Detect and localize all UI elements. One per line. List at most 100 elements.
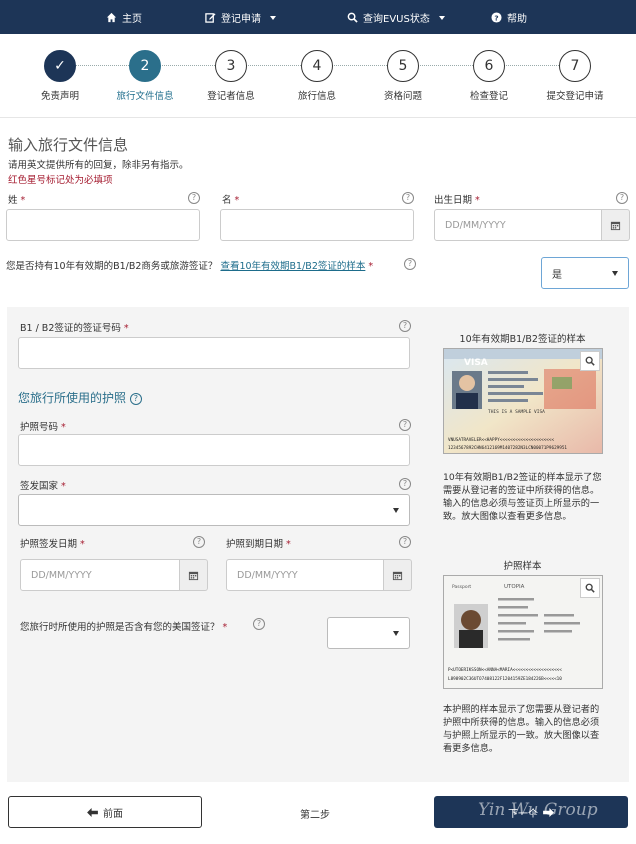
chevron-down-icon (438, 15, 445, 20)
nav-register-label: 登记申请 (221, 14, 261, 25)
passport-number-input[interactable] (18, 434, 410, 466)
dob-input[interactable]: DD/MM/YYYY (434, 209, 602, 241)
help-icon[interactable]: ? (188, 192, 200, 204)
step-1-label: 免责声明 (40, 91, 79, 102)
step-6-label: 检查登记 (469, 91, 508, 102)
step-5: 5 资格问题 (358, 50, 448, 102)
step-4-circle: 4 (301, 50, 333, 82)
progress-stepper: ✓ 免责声明 2 旅行文件信息 3 登记者信息 4 旅行信息 5 资格问题 6 … (0, 40, 636, 110)
chevron-down-icon (612, 270, 618, 276)
visa-sample-description: 10年有效期B1/B2签证的样本显示了您需要从登记者的签证中所获得的信息。输入的… (443, 472, 602, 522)
step-1: ✓ 免责声明 (15, 50, 105, 102)
nav-help[interactable]: ? 帮助 (491, 10, 527, 25)
issuing-country-select[interactable] (18, 494, 410, 526)
back-button[interactable]: 前面 (8, 796, 202, 828)
nav-home[interactable]: 主页 (106, 10, 142, 25)
zoom-icon[interactable] (580, 351, 600, 371)
help-icon[interactable]: ? (129, 392, 142, 405)
help-icon[interactable]: ? (616, 192, 628, 204)
dob-label: 出生日期 * (434, 195, 480, 206)
svg-text:?: ? (494, 13, 498, 22)
passport-mrz-line-2: L898902C36UTO7408122F1204159ZE184226B<<<… (448, 676, 562, 682)
nav-help-label: 帮助 (507, 14, 527, 25)
contains-visa-select[interactable] (327, 617, 410, 649)
step-5-circle: 5 (387, 50, 419, 82)
surname-input[interactable] (6, 209, 200, 241)
chevron-down-icon (393, 507, 399, 513)
divider (0, 117, 636, 118)
nav-status-dropdown[interactable]: 查询EVUS状态 (347, 10, 445, 25)
visa-question: 您是否持有10年有效期的B1/B2商务或旅游签证？ 查看10年有效期B1/B2签… (6, 261, 374, 272)
step-7-circle: 7 (559, 50, 591, 82)
help-icon[interactable]: ? (253, 618, 265, 630)
arrow-left-icon (87, 807, 98, 817)
edit-icon (205, 13, 216, 23)
expiry-date-label: 护照到期日期 * (226, 539, 291, 550)
help-icon[interactable]: ? (402, 192, 414, 204)
visa-sample-title: 10年有效期B1/B2签证的样本 (459, 334, 586, 345)
issuing-country-label: 签发国家 * (20, 481, 66, 492)
passport-section-title: 您旅行所使用的护照 ? (18, 389, 142, 406)
given-name-label: 名 * (222, 195, 240, 206)
step-7-label: 提交登记申请 (546, 91, 604, 102)
visa-sample-link[interactable]: 查看10年有效期B1/B2签证的样本 (220, 261, 365, 272)
passport-mrz-line-1: P<UTOERIKSSON<<ANNA<MARIA<<<<<<<<<<<<<<<… (448, 667, 562, 673)
step-2-label: 旅行文件信息 (116, 91, 174, 102)
watermark: Yin Wu Group (478, 800, 598, 820)
step-indicator: 第二步 (300, 810, 330, 821)
svg-text:Passport: Passport (452, 584, 471, 590)
chevron-down-icon (393, 630, 399, 636)
svg-text:THIS IS A SAMPLE VISA: THIS IS A SAMPLE VISA (488, 409, 545, 415)
contains-visa-question: 您旅行时所使用的护照是否含有您的美国签证？ * (20, 622, 228, 633)
question-circle-icon: ? (491, 12, 502, 23)
nav-status-label: 查询EVUS状态 (363, 14, 430, 25)
passport-country: UTOPIA (504, 584, 525, 590)
zoom-icon[interactable] (580, 578, 600, 598)
help-icon[interactable]: ? (399, 478, 411, 490)
step-2: 2 旅行文件信息 (100, 50, 190, 102)
passport-sample-title: 护照样本 (503, 561, 542, 572)
visa-mrz-line-2: 1234567892CHN6412169M1407282N3LCN00071P9… (448, 445, 567, 451)
step-3-label: 登记者信息 (207, 91, 255, 102)
help-icon[interactable]: ? (404, 258, 416, 270)
chevron-down-icon (270, 15, 276, 20)
nav-register-dropdown[interactable]: 登记申请 (205, 10, 276, 25)
help-icon[interactable]: ? (399, 419, 411, 431)
visa-sample-image[interactable]: VISA THIS IS A SAMPLE VISA VNUSATRAVELER… (443, 348, 603, 454)
calendar-icon[interactable] (602, 209, 630, 241)
home-icon (106, 12, 117, 23)
step-5-label: 资格问题 (383, 91, 422, 102)
step-4: 4 旅行信息 (272, 50, 362, 102)
step-4-label: 旅行信息 (297, 91, 336, 102)
surname-label: 姓 * (8, 195, 26, 206)
step-3: 3 登记者信息 (186, 50, 276, 102)
search-icon (347, 12, 358, 23)
help-icon[interactable]: ? (193, 536, 205, 548)
issue-date-label: 护照签发日期 * (20, 539, 85, 550)
passport-sample-image[interactable]: UTOPIA Passport P<UTOERIKSSON<<ANNA<MARI… (443, 575, 603, 689)
step-2-circle: 2 (129, 50, 161, 82)
expiry-date-input[interactable]: DD/MM/YYYY (226, 559, 384, 591)
calendar-icon[interactable] (384, 559, 412, 591)
passport-number-label: 护照号码 * (20, 422, 66, 433)
given-name-input[interactable] (220, 209, 414, 241)
visa-number-input[interactable] (18, 337, 410, 369)
help-icon[interactable]: ? (399, 320, 411, 332)
visa-number-label: B1 / B2签证的签证号码 * (20, 323, 129, 334)
visa-word: VISA (464, 358, 488, 368)
instruction-text: 请用英文提供所有的回复，除非另有指示。 (8, 160, 189, 171)
nav-home-label: 主页 (122, 14, 142, 25)
step-7: 7 提交登记申请 (530, 50, 620, 102)
visa-answer-select[interactable]: 是 (541, 257, 629, 289)
step-6-circle: 6 (473, 50, 505, 82)
step-3-circle: 3 (215, 50, 247, 82)
step-6: 6 检查登记 (444, 50, 534, 102)
top-navbar: 主页 登记申请 查询EVUS状态 ? 帮助 (0, 0, 636, 34)
required-note: 红色星号标记处为必填项 (8, 175, 113, 186)
help-icon[interactable]: ? (399, 536, 411, 548)
issue-date-input[interactable]: DD/MM/YYYY (20, 559, 180, 591)
step-1-circle: ✓ (44, 50, 76, 82)
visa-mrz-line-1: VNUSATRAVELER<<HAPPY<<<<<<<<<<<<<<<<<<<<… (448, 437, 554, 443)
calendar-icon[interactable] (180, 559, 208, 591)
page-title: 输入旅行文件信息 (8, 136, 129, 154)
